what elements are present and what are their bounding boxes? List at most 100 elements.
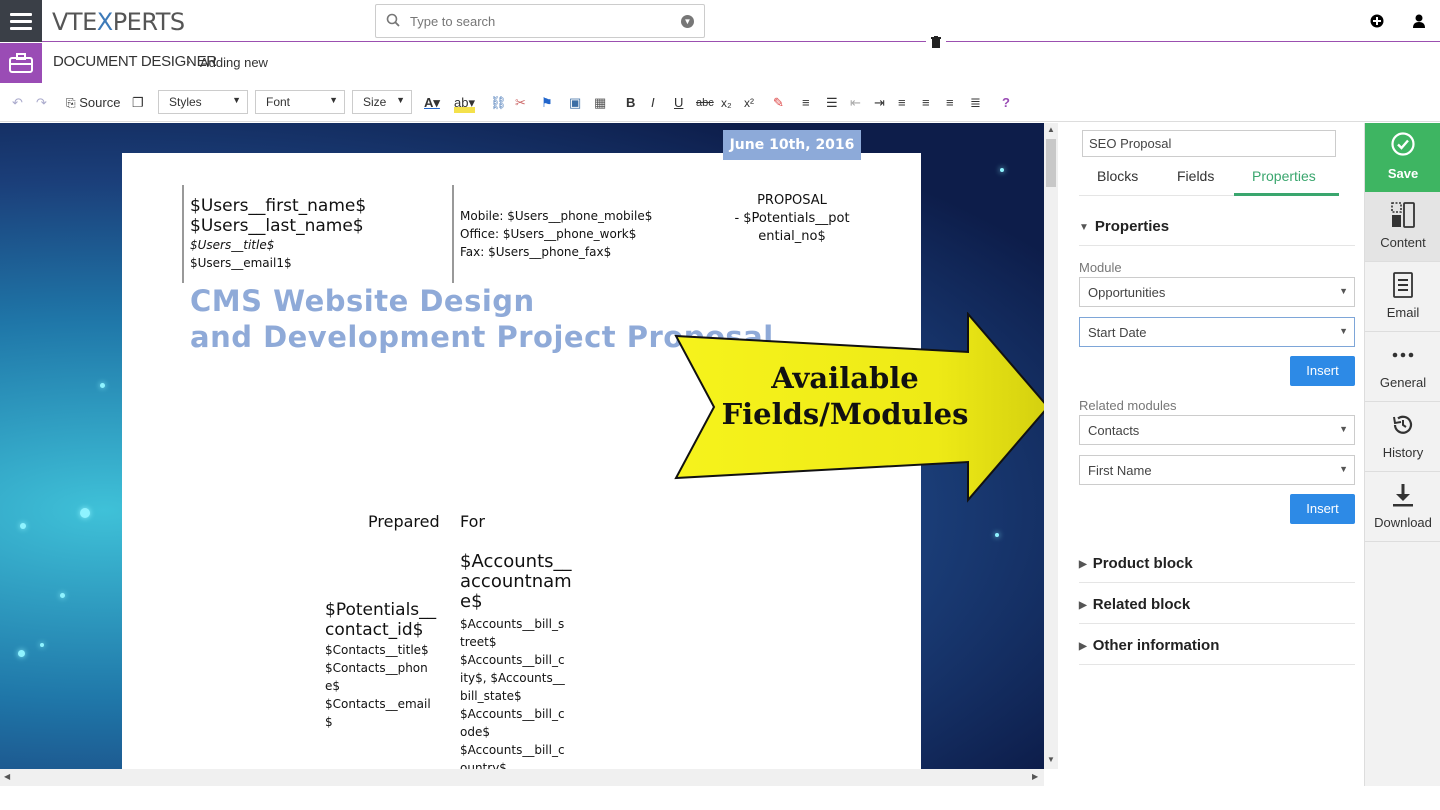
proposal-heading[interactable]: PROPOSAL [722,193,862,208]
table-icon[interactable]: ▦ [594,93,606,113]
email-label: Email [1386,305,1420,320]
trash-icon[interactable] [926,32,946,52]
background-sparkle [18,650,25,657]
undo-icon[interactable]: ↶ [12,93,23,113]
indent-icon[interactable]: ⇥ [874,93,885,113]
numbered-list-icon[interactable]: ≡ [802,93,810,113]
sidebar-item-email[interactable]: Email [1365,262,1440,332]
more-dots-icon [1392,352,1414,358]
bulleted-list-icon[interactable]: ☰ [826,93,838,113]
vertical-scrollbar[interactable]: ▲ ▼ [1044,123,1058,769]
horizontal-scrollbar[interactable]: ◀ ▶ [0,769,1044,786]
phone-fax[interactable]: Fax: $Users__phone_fax$ [460,245,611,259]
remove-format-icon[interactable]: ✎ [773,93,784,113]
strikethrough-icon[interactable]: abc [696,93,714,113]
background-sparkle [995,533,999,537]
align-center-icon[interactable]: ≡ [922,93,930,113]
proposal-number-line2[interactable]: ential_no$ [722,229,862,244]
superscript-icon[interactable]: x² [744,93,754,113]
date-badge[interactable]: June 10th, 2016 [723,130,861,160]
breadcrumb: DOCUMENT DESIGNER › Adding new [0,43,1440,83]
editor-toolbar: ↶ ↷ ⎘ Source ❐ Styles ▼ Font ▼ Size ▼ A▾ ab… [0,84,1440,122]
top-bar: VTEXPERTS Type to search ▼ [0,0,1440,42]
phone-mobile[interactable]: Mobile: $Users__phone_mobile$ [460,209,652,223]
menu-icon[interactable] [0,0,42,42]
tab-properties[interactable]: Properties [1252,168,1316,184]
user-first-name[interactable]: $Users__first_name$ [190,196,366,216]
logo[interactable]: VTEXPERTS [52,8,185,36]
background-sparkle [20,523,26,529]
user-email[interactable]: $Users__email1$ [190,256,292,270]
content-label: Content [1380,235,1426,250]
bottom-bar [0,786,1440,810]
history-icon [1393,415,1413,434]
underline-icon[interactable]: U [674,93,683,113]
active-tab-indicator [1234,193,1339,196]
font-select[interactable]: Font ▼ [255,90,345,114]
sidebar-item-download[interactable]: Download [1365,472,1440,542]
search-dropdown-icon[interactable]: ▼ [681,15,694,28]
background-sparkle [1000,168,1004,172]
anchor-icon[interactable]: ⚑ [541,93,553,113]
right-sidebar: Save Content Email General History Downl… [1364,123,1440,793]
search-icon [386,13,400,27]
product-block-section[interactable]: ▶ Product block [1079,555,1355,583]
contact-id[interactable]: $Potentials__ contact_id$ [325,600,436,640]
related-block-section[interactable]: ▶ Related block [1079,596,1355,624]
unlink-icon[interactable]: ✂ [515,93,526,113]
sidebar-item-general[interactable]: General [1365,332,1440,402]
outdent-icon[interactable]: ⇤ [850,93,861,113]
help-icon[interactable]: ? [1002,93,1010,113]
user-last-name[interactable]: $Users__last_name$ [190,216,364,236]
italic-icon[interactable]: I [651,93,655,113]
briefcase-icon [0,43,42,83]
account-name[interactable]: $Accounts__ accountnam e$ [460,552,572,612]
redo-icon[interactable]: ↷ [36,93,47,113]
prepared-label[interactable]: Prepared [368,512,440,531]
divider [182,185,184,283]
text-color-icon[interactable]: A▾ [424,93,440,113]
field-select[interactable]: Start Date ▼ [1079,317,1355,347]
caret-right-icon: ▶ [1079,559,1087,570]
search-input[interactable]: Type to search ▼ [375,4,705,38]
bold-icon[interactable]: B [626,93,635,113]
properties-section-header[interactable]: ▼ Properties [1079,218,1355,246]
styles-select[interactable]: Styles ▼ [158,90,248,114]
account-address[interactable]: $Accounts__bill_s treet$ $Accounts__bill… [460,615,565,769]
save-button[interactable]: Save [1365,123,1440,192]
bg-color-icon[interactable]: ab▾ [454,93,475,113]
source-button[interactable]: ⎘ Source [66,93,120,113]
caret-right-icon: ▶ [1079,641,1087,652]
subscript-icon[interactable]: x₂ [721,93,732,113]
background-sparkle [100,383,105,388]
image-icon[interactable]: ▣ [569,93,581,113]
contact-details[interactable]: $Contacts__title$ $Contacts__phon e$ $Co… [325,641,431,731]
size-select[interactable]: Size ▼ [352,90,412,114]
tab-fields[interactable]: Fields [1177,168,1214,184]
proposal-number-line1[interactable]: - $Potentials__pot [722,211,862,226]
insert-button[interactable]: Insert [1290,356,1355,386]
other-information-section[interactable]: ▶ Other information [1079,637,1355,665]
insert-related-button[interactable]: Insert [1290,494,1355,524]
link-icon[interactable]: ⛓ [490,93,507,113]
module-select[interactable]: Opportunities ▼ [1079,277,1355,307]
tab-blocks[interactable]: Blocks [1097,168,1138,184]
phone-work[interactable]: Office: $Users__phone_work$ [460,227,636,241]
user-title[interactable]: $Users__title$ [190,238,274,252]
justify-icon[interactable]: ≣ [970,93,981,113]
user-icon[interactable] [1413,14,1425,28]
sidebar-item-history[interactable]: History [1365,402,1440,472]
align-right-icon[interactable]: ≡ [946,93,954,113]
caret-right-icon: ▶ [1079,600,1087,611]
template-name-field[interactable]: SEO Proposal [1082,130,1336,157]
sidebar-item-content[interactable]: Content [1365,192,1440,262]
align-left-icon[interactable]: ≡ [898,93,906,113]
related-field-select[interactable]: First Name ▼ [1079,455,1355,485]
download-label: Download [1374,515,1432,530]
add-icon[interactable] [1370,14,1384,28]
callout-text: Available Fields/Modules [721,361,969,431]
related-module-select[interactable]: Contacts ▼ [1079,415,1355,445]
copy-icon[interactable]: ❐ [132,93,144,113]
page-title[interactable]: DOCUMENT DESIGNER [53,53,217,70]
for-label[interactable]: For [460,512,485,531]
